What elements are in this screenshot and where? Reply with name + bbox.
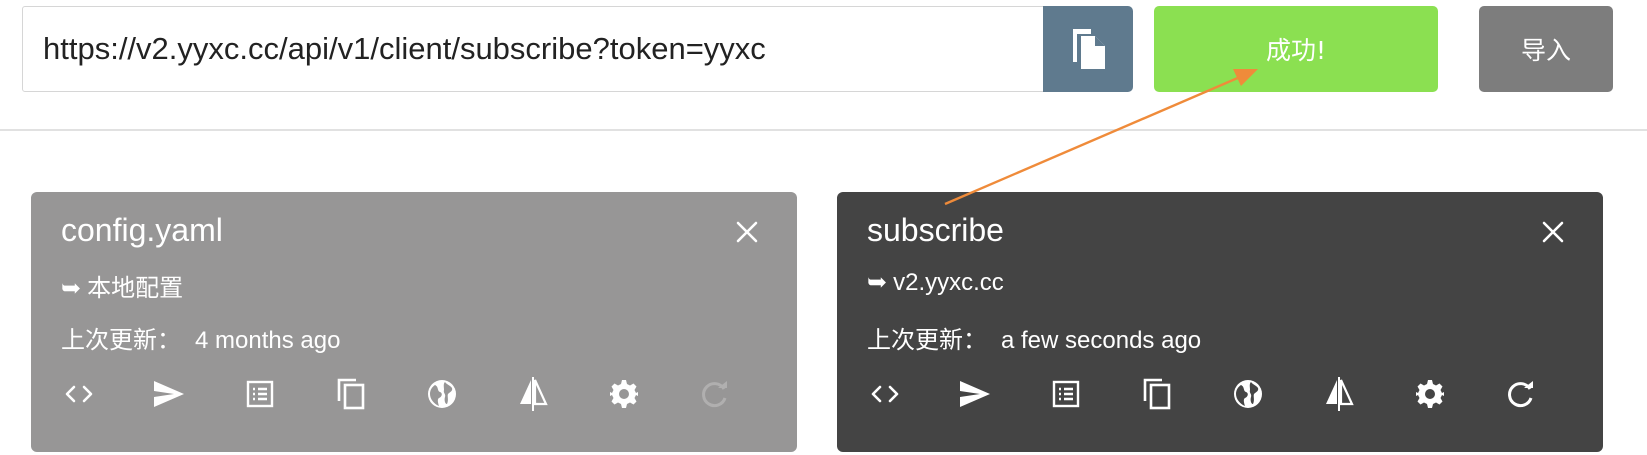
app-stage: 成功! 导入 config.yaml ➥本地配置 上次更新：4 months a… — [0, 0, 1647, 455]
view-code-button[interactable] — [865, 372, 905, 416]
proxy-globe-button[interactable] — [1228, 372, 1268, 416]
close-profile-button[interactable] — [1533, 212, 1573, 252]
profile-actions — [59, 372, 759, 416]
source-arrow-icon: ➥ — [867, 269, 888, 296]
paste-url-button[interactable] — [1043, 6, 1133, 92]
profile-card[interactable]: config.yaml ➥ 本地配置 上次更新： 4 months ago — [31, 192, 797, 452]
header-divider — [0, 129, 1647, 131]
refresh-icon — [1508, 381, 1533, 408]
code-icon — [871, 385, 899, 403]
settings-button[interactable] — [1410, 372, 1450, 416]
profile-source: ➥ v2.yyxc.cc — [867, 268, 1004, 297]
globe-icon — [1234, 380, 1262, 408]
copy-profile-button[interactable] — [331, 372, 371, 416]
updated-value: a few seconds ago — [1001, 327, 1202, 354]
profile-card-active[interactable]: subscribe ➥ v2.yyxc.cc 上次更新： a few seconds… — [837, 192, 1603, 452]
import-button[interactable]: 导入 — [1479, 6, 1613, 92]
proxy-globe-button[interactable] — [422, 372, 462, 416]
gear-icon — [1416, 380, 1444, 408]
list-icon — [246, 380, 274, 408]
gear-icon — [610, 380, 638, 408]
flip-icon — [1326, 377, 1354, 411]
copy-icon — [337, 378, 365, 410]
profile-source-text: v2.yyxc.cc — [893, 269, 1004, 296]
send-icon — [154, 381, 184, 407]
refresh-button[interactable] — [1501, 372, 1541, 416]
settings-button[interactable] — [604, 372, 644, 416]
updated-label: 上次更新： — [61, 327, 181, 354]
compare-button[interactable] — [513, 372, 553, 416]
download-status-button[interactable]: 成功! — [1154, 6, 1438, 92]
profile-source-text: 本地配置 — [87, 275, 184, 302]
profile-title: config.yaml — [61, 212, 223, 248]
globe-icon — [428, 380, 456, 408]
code-icon — [65, 385, 93, 403]
view-code-button[interactable] — [59, 372, 99, 416]
close-icon — [736, 221, 758, 243]
list-view-button[interactable] — [1046, 372, 1086, 416]
refresh-button[interactable] — [695, 372, 735, 416]
flip-icon — [520, 377, 548, 411]
refresh-icon — [702, 381, 727, 408]
send-button[interactable] — [955, 372, 995, 416]
profile-actions — [865, 372, 1565, 416]
updated-label: 上次更新： — [867, 327, 987, 354]
copy-file-icon — [1073, 29, 1105, 69]
send-icon — [960, 381, 990, 407]
close-profile-button[interactable] — [727, 212, 767, 252]
profile-updated: 上次更新： 4 months ago — [61, 320, 340, 355]
list-icon — [1052, 380, 1080, 408]
close-icon — [1542, 221, 1564, 243]
profile-updated: 上次更新： a few seconds ago — [867, 320, 1201, 355]
copy-profile-button[interactable] — [1137, 372, 1177, 416]
compare-button[interactable] — [1319, 372, 1359, 416]
subscription-url-input[interactable] — [22, 6, 1044, 92]
profile-source: ➥ 本地配置 — [61, 268, 183, 303]
source-arrow-icon: ➥ — [61, 275, 82, 302]
send-button[interactable] — [149, 372, 189, 416]
profile-title: subscribe — [867, 212, 1004, 248]
updated-value: 4 months ago — [195, 327, 341, 354]
list-view-button[interactable] — [240, 372, 280, 416]
copy-icon — [1143, 378, 1171, 410]
